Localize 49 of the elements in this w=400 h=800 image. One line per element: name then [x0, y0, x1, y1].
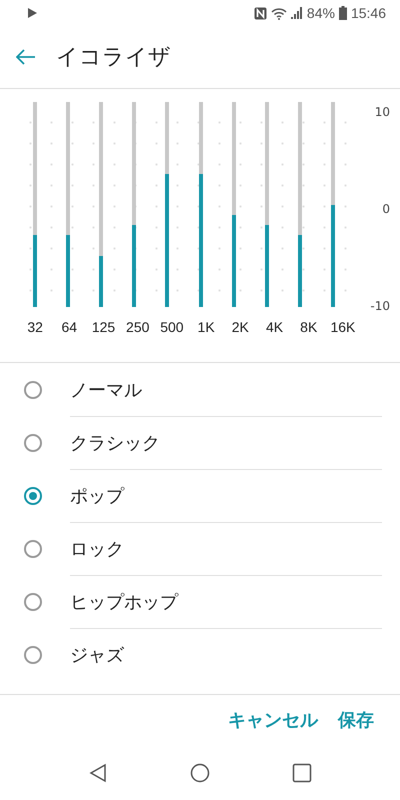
frequency-label: 125: [90, 319, 116, 335]
frequency-label: 2K: [230, 319, 250, 335]
screen-title: イコライザ: [56, 44, 171, 72]
play-icon: [28, 8, 37, 18]
radio-button[interactable]: [24, 486, 42, 504]
frequency-label: 500: [159, 319, 185, 335]
scale-label: 0: [382, 202, 390, 216]
band-slider[interactable]: [232, 102, 236, 307]
recent-apps-icon[interactable]: [292, 763, 312, 783]
nfc-icon: [254, 6, 267, 20]
radio-button[interactable]: [24, 380, 42, 398]
save-button[interactable]: 保存: [330, 702, 382, 738]
frequency-label: 250: [125, 319, 150, 335]
frequency-label: 32: [26, 319, 44, 335]
frequency-label: 1K: [196, 319, 216, 335]
radio-button[interactable]: [24, 592, 42, 610]
band-slider[interactable]: [99, 102, 103, 307]
frequency-label: 16K: [329, 319, 356, 335]
preset-option[interactable]: ヒップホップ: [0, 575, 400, 628]
band-slider[interactable]: [132, 102, 136, 307]
frequency-label: 64: [60, 319, 78, 335]
band-slider[interactable]: [198, 102, 203, 307]
preset-option[interactable]: クラシック: [0, 416, 400, 469]
scale-label: 10: [374, 105, 390, 119]
wifi-icon: [270, 6, 287, 20]
battery-percentage: 84%: [306, 5, 335, 21]
cancel-button[interactable]: キャンセル: [220, 702, 326, 738]
band-slider[interactable]: [32, 102, 37, 307]
band-slider[interactable]: [165, 102, 170, 307]
frequency-label: 8K: [299, 319, 318, 335]
back-arrow-icon[interactable]: [16, 49, 36, 65]
scale-label: -10: [370, 299, 390, 313]
band-slider[interactable]: [298, 102, 302, 307]
band-slider[interactable]: [331, 102, 336, 307]
back-icon[interactable]: [88, 763, 108, 783]
clock-time: 15:46: [350, 5, 386, 21]
preset-option[interactable]: ポップ: [0, 469, 400, 522]
signal-icon: [290, 7, 303, 19]
preset-option[interactable]: ノーマル: [0, 363, 400, 416]
radio-button[interactable]: [24, 540, 42, 558]
preset-option[interactable]: ジャズ: [0, 628, 400, 681]
battery-icon: [338, 6, 347, 20]
band-slider[interactable]: [66, 102, 70, 307]
preset-option[interactable]: ロック: [0, 522, 400, 575]
frequency-label: 4K: [264, 319, 284, 335]
radio-button[interactable]: [24, 646, 42, 664]
home-icon[interactable]: [190, 763, 210, 783]
radio-button[interactable]: [24, 434, 42, 452]
band-slider[interactable]: [265, 102, 270, 307]
